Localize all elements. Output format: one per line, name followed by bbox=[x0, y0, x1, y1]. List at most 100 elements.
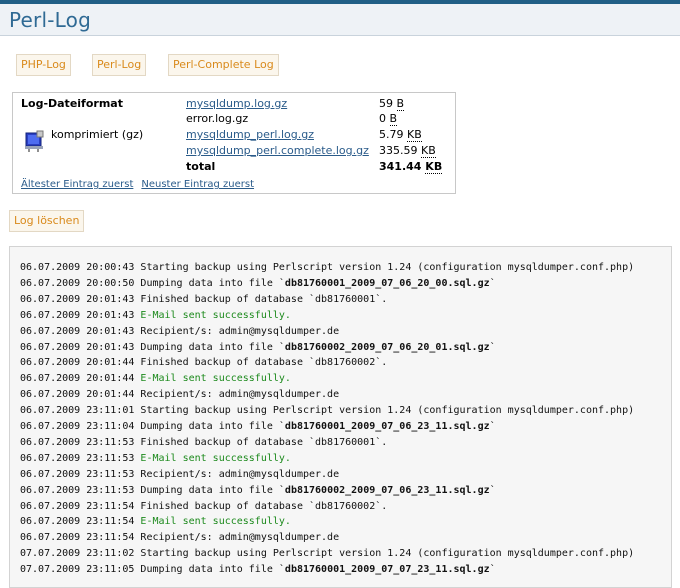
log-message: E-Mail sent successfully. bbox=[140, 310, 291, 321]
tab-php-log[interactable]: PHP-Log bbox=[16, 54, 71, 76]
log-timestamp: 06.07.2009 23:11:53 bbox=[20, 452, 135, 464]
log-line: 06.07.2009 23:11:01 Starting backup usin… bbox=[20, 403, 634, 419]
log-line: 06.07.2009 20:01:44 E-Mail sent successf… bbox=[20, 371, 291, 387]
oldest-first-link[interactable]: Ältester Eintrag zuerst bbox=[21, 179, 133, 190]
page-header: Perl-Log bbox=[0, 4, 680, 36]
log-dump-filename: db81760001_2009_07_06_20_00.sql.gz bbox=[284, 277, 490, 289]
log-message: Finished backup of database `db81760001`… bbox=[140, 437, 387, 448]
log-message-text: E-Mail sent successfully. bbox=[140, 373, 291, 385]
log-line: 06.07.2009 20:01:44 Recipient/s: admin@m… bbox=[20, 387, 339, 403]
log-line: 06.07.2009 23:11:53 Recipient/s: admin@m… bbox=[20, 467, 339, 483]
file-link-mysqldump-perl-complete-log[interactable]: mysqldump_perl.complete.log.gz bbox=[186, 144, 369, 157]
log-message-text: Starting backup using Perlscript version… bbox=[140, 405, 635, 417]
log-timestamp: 06.07.2009 20:01:43 bbox=[20, 341, 135, 353]
compression-label: komprimiert (gz) bbox=[51, 128, 144, 141]
log-message: Finished backup of database `db81760002`… bbox=[140, 501, 387, 512]
log-timestamp: 06.07.2009 23:11:01 bbox=[20, 405, 135, 417]
log-line: 06.07.2009 20:01:43 E-Mail sent successf… bbox=[20, 308, 291, 324]
log-timestamp: 06.07.2009 23:11:53 bbox=[20, 436, 135, 448]
log-line: 06.07.2009 20:01:43 Recipient/s: admin@m… bbox=[20, 324, 339, 340]
log-timestamp: 06.07.2009 20:01:43 bbox=[20, 325, 135, 337]
log-dump-filename: db81760002_2009_07_06_20_01.sql.gz bbox=[284, 341, 490, 353]
log-line: 07.07.2009 23:11:02 Starting backup usin… bbox=[20, 546, 634, 562]
page-title: Perl-Log bbox=[9, 8, 91, 32]
log-output[interactable]: 06.07.2009 20:00:43 Starting backup usin… bbox=[9, 246, 672, 588]
log-line: 06.07.2009 23:11:53 E-Mail sent successf… bbox=[20, 451, 291, 467]
log-timestamp: 06.07.2009 23:11:04 bbox=[20, 421, 135, 432]
log-timestamp: 06.07.2009 23:11:54 bbox=[20, 532, 135, 544]
file-error-log: error.log.gz bbox=[186, 112, 249, 125]
log-timestamp: 06.07.2009 20:00:43 bbox=[20, 262, 135, 273]
log-message-text: Dumping data into file ` bbox=[140, 564, 285, 576]
log-line: 06.07.2009 23:11:54 Recipient/s: admin@m… bbox=[20, 530, 339, 546]
log-message: Starting backup using Perlscript version… bbox=[140, 405, 634, 416]
log-message: Starting backup using Perlscript version… bbox=[140, 262, 634, 273]
log-line: 06.07.2009 20:00:50 Dumping data into fi… bbox=[20, 276, 496, 292]
log-message-text: Dumping data into file ` bbox=[140, 421, 285, 432]
log-timestamp: 06.07.2009 20:01:44 bbox=[20, 373, 135, 385]
log-message-text: E-Mail sent successfully. bbox=[140, 452, 291, 464]
log-message: Recipient/s: admin@mysqldumper.de bbox=[140, 389, 339, 400]
log-message-text: Recipient/s: admin@mysqldumper.de bbox=[140, 389, 340, 401]
log-message: Finished backup of database `db81760002`… bbox=[140, 357, 387, 368]
log-line: 06.07.2009 23:11:04 Dumping data into fi… bbox=[20, 419, 496, 435]
tab-perl-log[interactable]: Perl-Log bbox=[92, 54, 147, 76]
log-message: Dumping data into file `db81760002_2009_… bbox=[140, 342, 495, 353]
log-message-suffix: ` bbox=[489, 564, 496, 576]
log-line: 06.07.2009 20:01:43 Finished backup of d… bbox=[20, 292, 387, 308]
log-message: Recipient/s: admin@mysqldumper.de bbox=[140, 326, 339, 337]
log-message-suffix: ` bbox=[489, 341, 496, 353]
log-message: E-Mail sent successfully. bbox=[140, 373, 291, 384]
log-message: E-Mail sent successfully. bbox=[140, 516, 291, 527]
compressed-archive-icon bbox=[25, 130, 44, 152]
log-line: 06.07.2009 20:01:43 Dumping data into fi… bbox=[20, 340, 496, 356]
log-message-text: Finished backup of database `db81760002`… bbox=[140, 357, 388, 369]
newest-first-link[interactable]: Neuster Eintrag zuerst bbox=[141, 179, 254, 190]
sort-links: Ältester Eintrag zuerst Neuster Eintrag z… bbox=[21, 179, 254, 190]
log-dump-filename: db81760002_2009_07_06_23_11.sql.gz bbox=[284, 484, 490, 496]
log-format-label: Log-Dateiformat bbox=[21, 97, 123, 110]
log-message: Dumping data into file `db81760002_2009_… bbox=[140, 485, 495, 496]
log-timestamp: 06.07.2009 20:01:44 bbox=[20, 357, 135, 369]
file-size: 0 B bbox=[379, 112, 398, 126]
log-message-text: Finished backup of database `db81760001`… bbox=[140, 436, 388, 448]
file-size: 5.79 KB bbox=[379, 128, 422, 142]
log-timestamp: 06.07.2009 23:11:53 bbox=[20, 468, 135, 480]
log-dump-filename: db81760001_2009_07_06_23_11.sql.gz bbox=[284, 421, 490, 432]
log-timestamp: 06.07.2009 20:01:44 bbox=[20, 389, 135, 401]
file-size: 59 B bbox=[379, 97, 405, 111]
log-timestamp: 07.07.2009 23:11:02 bbox=[20, 548, 135, 560]
log-line: 06.07.2009 20:00:43 Starting backup usin… bbox=[20, 260, 634, 276]
log-timestamp: 06.07.2009 23:11:53 bbox=[20, 484, 135, 496]
log-file-info: Log-Dateiformat komprimiert (gz) mysqldu… bbox=[12, 92, 456, 194]
log-message: Recipient/s: admin@mysqldumper.de bbox=[140, 469, 339, 480]
log-message: Finished backup of database `db81760001`… bbox=[140, 294, 387, 305]
log-message-text: E-Mail sent successfully. bbox=[140, 309, 291, 321]
log-message-text: Finished backup of database `db81760002`… bbox=[140, 500, 388, 512]
log-message: E-Mail sent successfully. bbox=[140, 453, 291, 464]
log-message-suffix: ` bbox=[489, 277, 496, 289]
file-link-mysqldump-perl-log[interactable]: mysqldump_perl.log.gz bbox=[186, 128, 314, 141]
log-message-text: Starting backup using Perlscript version… bbox=[140, 548, 635, 560]
file-size: 335.59 KB bbox=[379, 144, 436, 158]
log-line: 06.07.2009 20:01:44 Finished backup of d… bbox=[20, 355, 387, 371]
log-message-text: Recipient/s: admin@mysqldumper.de bbox=[140, 468, 340, 480]
file-link-mysqldump-log[interactable]: mysqldump.log.gz bbox=[186, 97, 287, 110]
log-message: Recipient/s: admin@mysqldumper.de bbox=[140, 532, 339, 543]
log-line: 06.07.2009 23:11:54 E-Mail sent successf… bbox=[20, 514, 291, 530]
log-timestamp: 06.07.2009 23:11:54 bbox=[20, 516, 135, 528]
log-message-text: Recipient/s: admin@mysqldumper.de bbox=[140, 325, 340, 337]
log-message-text: Dumping data into file ` bbox=[140, 341, 285, 353]
tab-perl-complete-log[interactable]: Perl-Complete Log bbox=[168, 54, 279, 76]
delete-log-button[interactable]: Log löschen bbox=[9, 210, 85, 232]
log-timestamp: 06.07.2009 23:11:54 bbox=[20, 500, 135, 512]
log-line: 06.07.2009 23:11:53 Dumping data into fi… bbox=[20, 483, 496, 499]
log-message-text: Finished backup of database `db81760001`… bbox=[140, 293, 388, 305]
total-label: total bbox=[186, 160, 216, 173]
log-timestamp: 06.07.2009 20:01:43 bbox=[20, 309, 135, 321]
log-message: Dumping data into file `db81760001_2009_… bbox=[140, 564, 495, 575]
log-message-text: E-Mail sent successfully. bbox=[140, 516, 291, 528]
total-size: 341.44 KB bbox=[379, 160, 443, 174]
log-dump-filename: db81760001_2009_07_07_23_11.sql.gz bbox=[284, 564, 490, 576]
log-timestamp: 06.07.2009 20:00:50 bbox=[20, 277, 135, 289]
